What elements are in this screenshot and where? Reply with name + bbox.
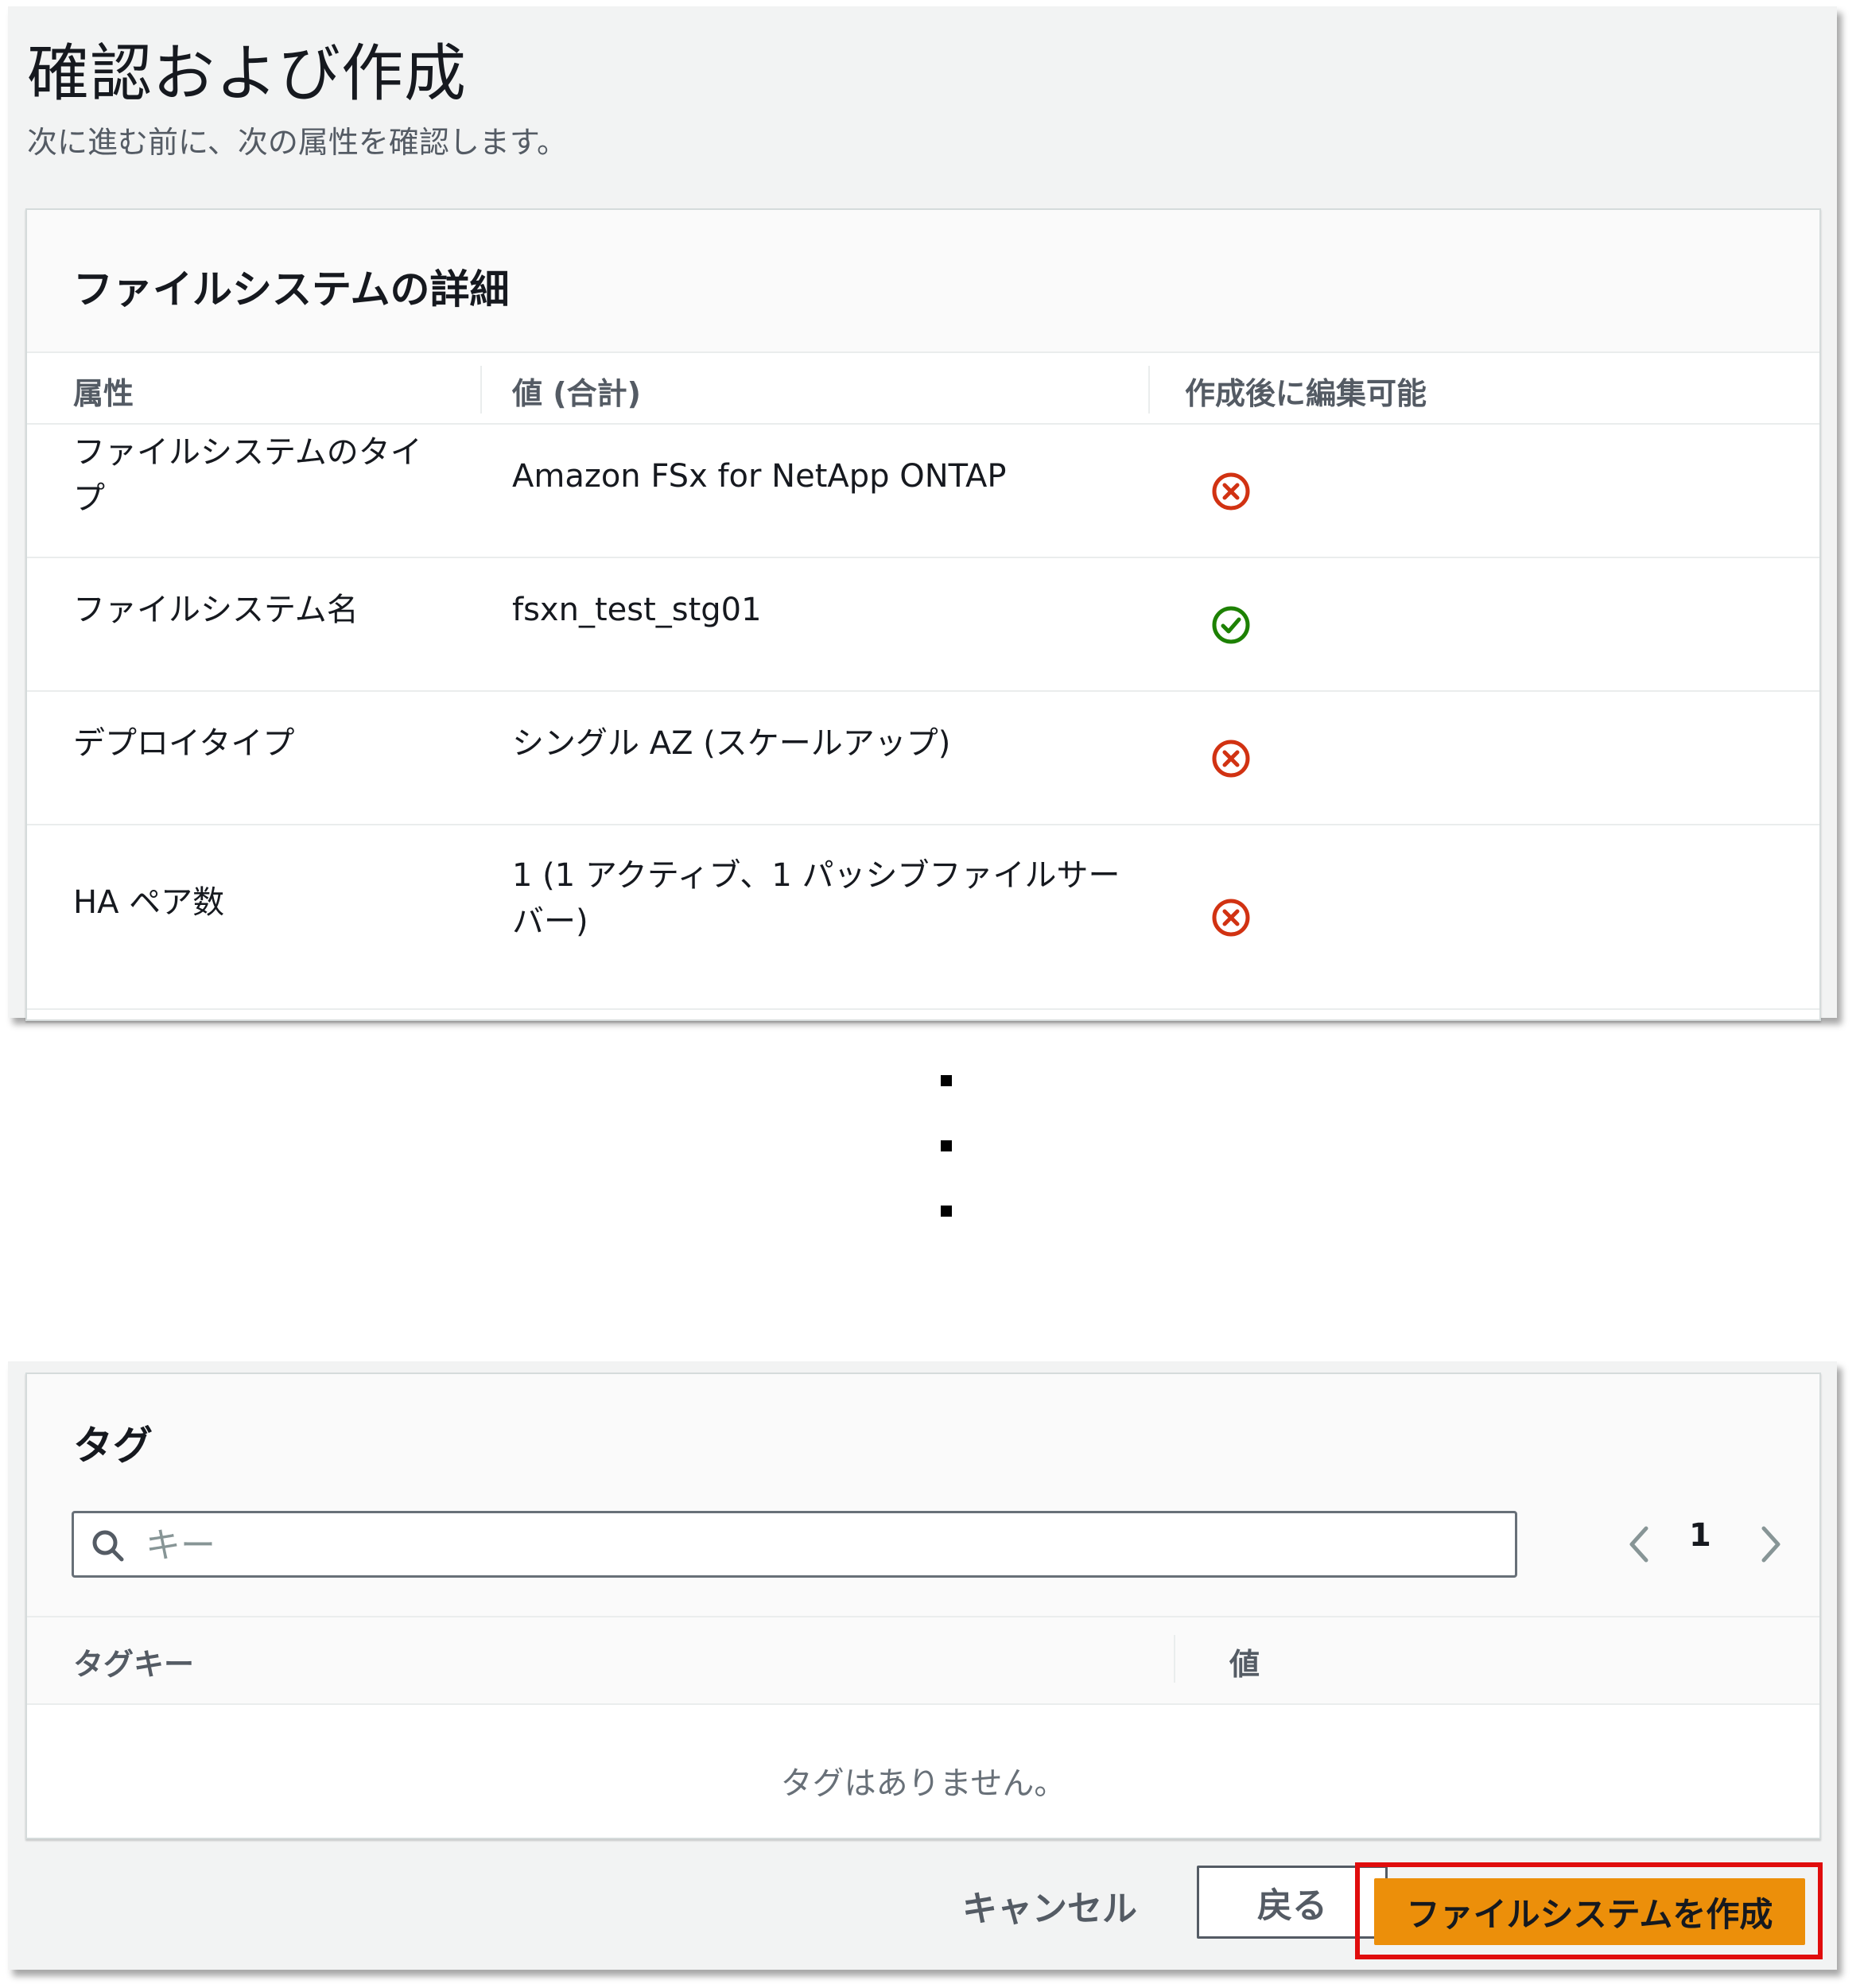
value-cell: Amazon FSx for NetApp ONTAP xyxy=(512,458,1007,495)
tag-search-box xyxy=(72,1511,1517,1578)
attribute-cell: デプロイタイプ xyxy=(73,725,295,762)
editable-icon xyxy=(1212,606,1250,644)
column-header-editable: 作成後に編集可能 xyxy=(1185,376,1427,411)
attribute-cell: ファイルシステムのタイ プ xyxy=(73,429,422,522)
tag-search-input[interactable] xyxy=(144,1518,1499,1572)
card-header: タグ 1 xyxy=(27,1374,1819,1616)
column-header-tag-key: タグキー xyxy=(73,1647,195,1682)
row-divider xyxy=(27,1008,1819,1010)
tags-table-header: タグキー 値 xyxy=(27,1616,1819,1705)
cell-text: 1 (1 アクティブ、1 パッシブファイルサー xyxy=(512,857,1120,894)
column-divider xyxy=(1148,366,1150,414)
cell-text: プ xyxy=(73,480,105,517)
column-divider xyxy=(1174,1635,1175,1683)
row-divider xyxy=(27,690,1819,692)
not-editable-icon xyxy=(1212,472,1250,511)
card-header: ファイルシステムの詳細 xyxy=(27,210,1819,353)
row-divider xyxy=(27,557,1819,558)
create-file-system-button[interactable]: ファイルシステムを作成 xyxy=(1374,1878,1805,1945)
ellipsis-dot xyxy=(941,1140,952,1151)
cell-text: ファイルシステムのタイ xyxy=(73,434,422,471)
row-divider xyxy=(27,423,1819,425)
search-icon xyxy=(92,1530,124,1562)
page-title: 確認および作成 xyxy=(27,38,468,110)
previous-page-button[interactable] xyxy=(1617,1519,1662,1570)
tags-card: タグ 1 タグキー 値 タグはありません。 xyxy=(25,1373,1821,1839)
file-system-details-card: ファイルシステムの詳細 属性 値 (合計) 作成後に編集可能 ファイルシステムの… xyxy=(25,208,1821,1021)
ellipsis-dot xyxy=(941,1206,952,1217)
column-header-value: 値 (合計) xyxy=(512,376,641,411)
page-description: 次に進む前に、次の属性を確認します。 xyxy=(27,125,568,160)
cancel-button[interactable]: キャンセル xyxy=(962,1880,1137,1931)
not-editable-icon xyxy=(1212,899,1250,937)
value-cell: 1 (1 アクティブ、1 パッシブファイルサー バー) xyxy=(512,852,1120,945)
card-title: ファイルシステムの詳細 xyxy=(73,266,510,313)
attribute-cell: ファイルシステム名 xyxy=(73,592,359,628)
attribute-cell: HA ペア数 xyxy=(73,884,225,921)
value-cell: fsxn_test_stg01 xyxy=(512,592,762,628)
value-cell: シングル AZ (スケールアップ) xyxy=(512,725,951,762)
cell-text: バー) xyxy=(512,903,588,940)
column-divider xyxy=(480,366,482,414)
next-page-button[interactable] xyxy=(1748,1519,1792,1570)
column-header-attribute: 属性 xyxy=(73,376,134,411)
row-divider xyxy=(27,824,1819,825)
empty-tags-message: タグはありません。 xyxy=(780,1765,1066,1802)
column-header-tag-value: 値 xyxy=(1229,1647,1260,1682)
card-title: タグ xyxy=(73,1423,153,1469)
tags-panel: タグ 1 タグキー 値 タグはありません。 キャンセル 戻る xyxy=(8,1361,1837,1970)
ellipsis-dot xyxy=(941,1075,952,1086)
current-page-number[interactable]: 1 xyxy=(1689,1517,1711,1554)
not-editable-icon xyxy=(1212,740,1250,778)
review-panel: 確認および作成 次に進む前に、次の属性を確認します。 ファイルシステムの詳細 属… xyxy=(8,6,1837,1021)
